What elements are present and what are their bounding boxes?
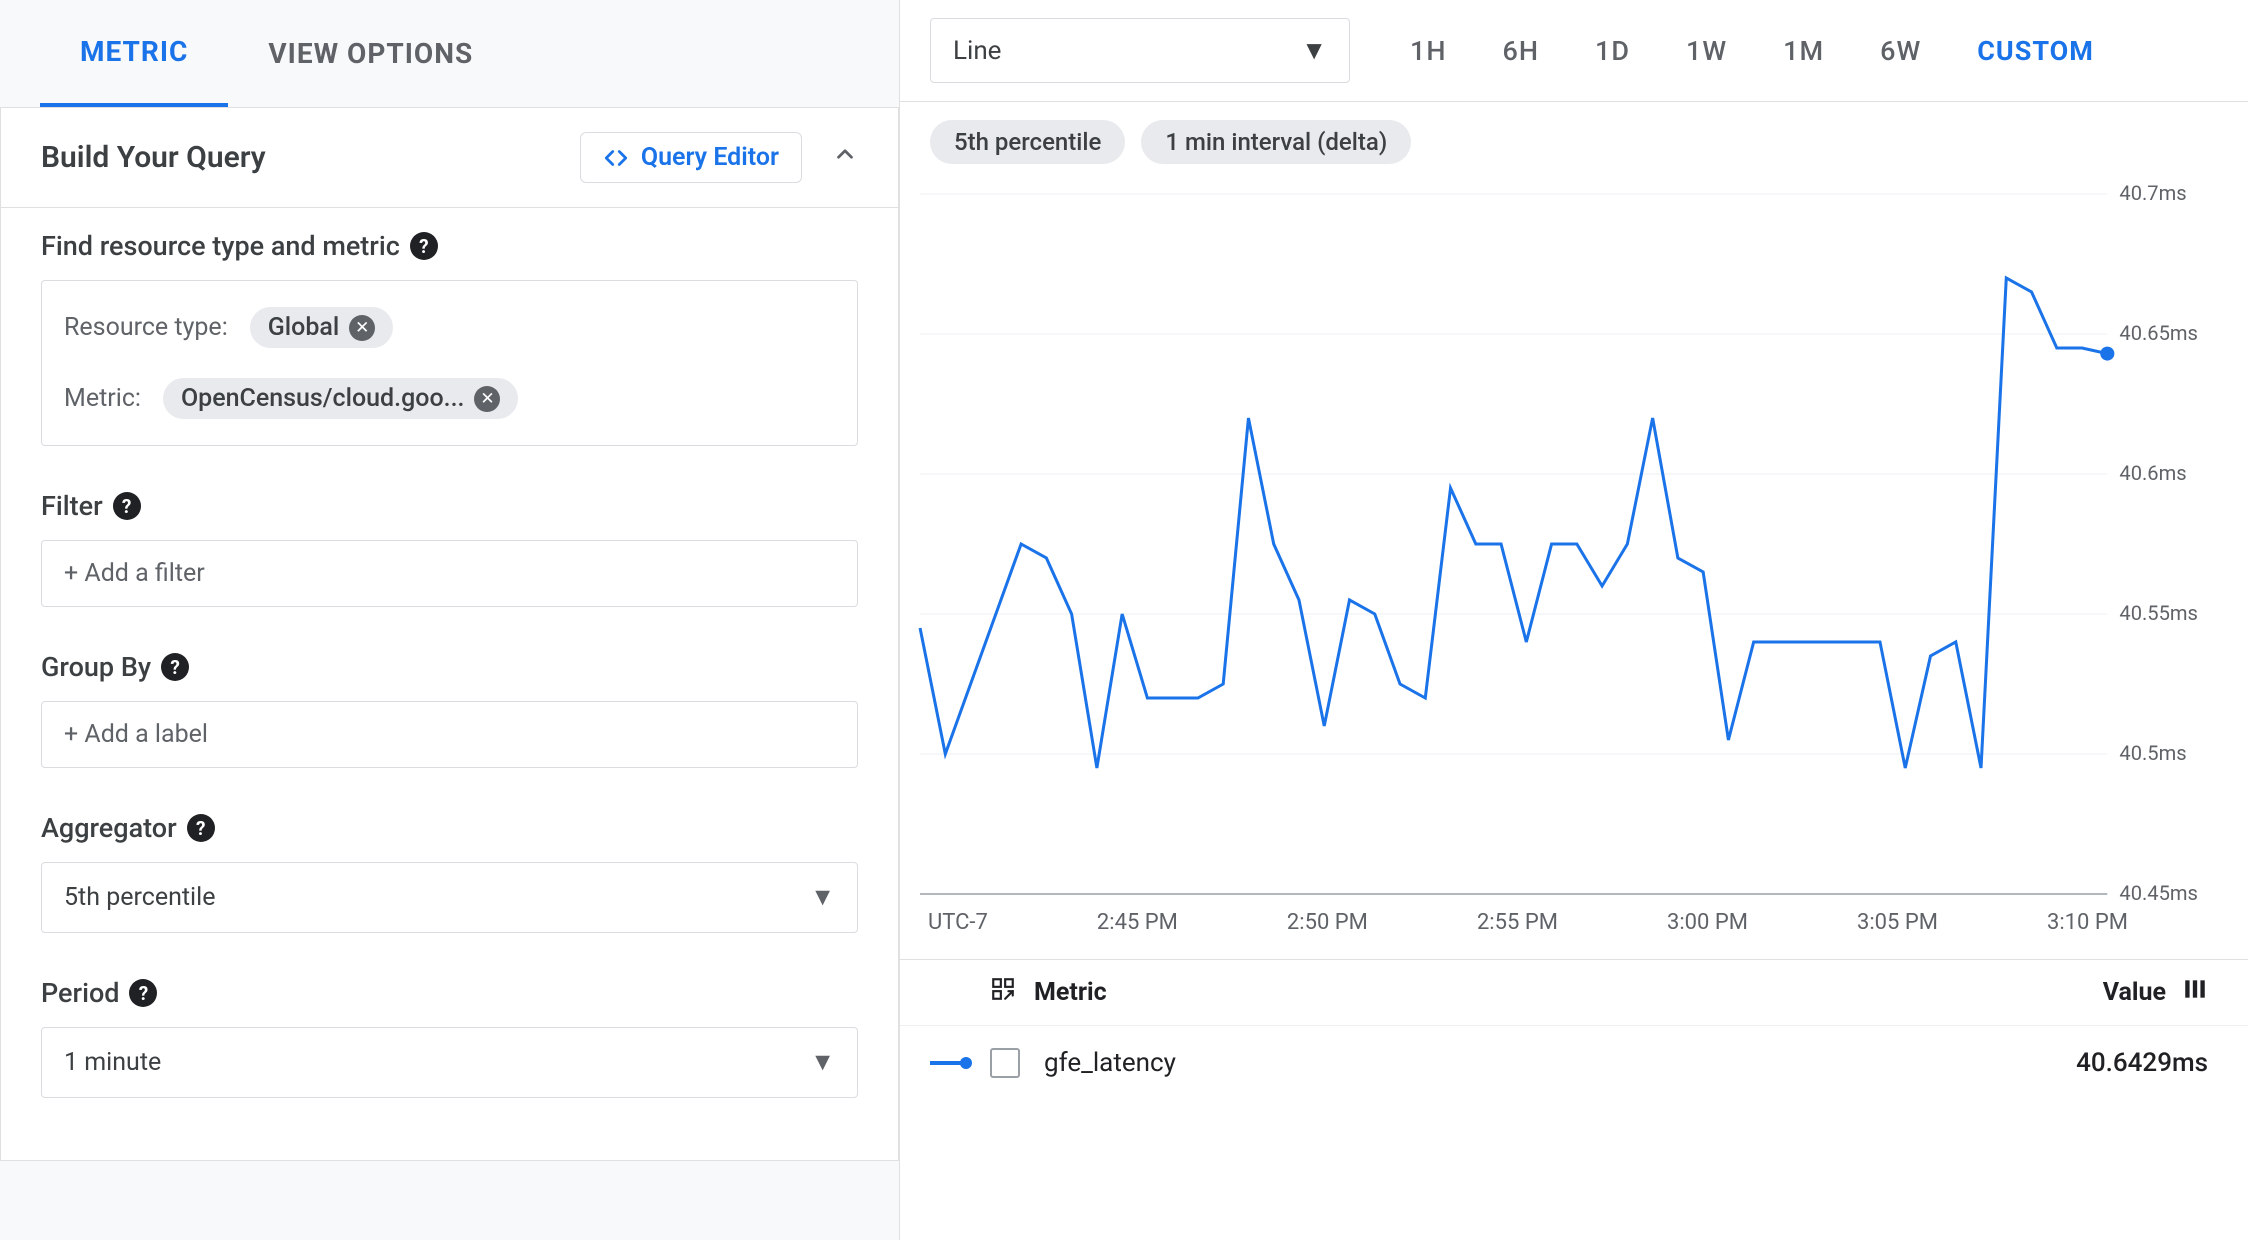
find-metric-label-text: Find resource type and metric [41,230,400,262]
query-editor-label: Query Editor [641,143,779,172]
legend-row[interactable]: gfe_latency 40.6429ms [900,1026,2248,1100]
chart-chips: 5th percentile 1 min interval (delta) [900,102,2248,174]
metric-label: Metric: [64,384,141,413]
filter-placeholder: + Add a filter [64,559,205,588]
query-editor-button[interactable]: Query Editor [580,132,802,183]
legend-value-header: Value [2103,978,2166,1007]
left-tabs: METRIC VIEW OPTIONS [0,0,899,108]
series-checkbox[interactable] [990,1048,1020,1078]
chart-panel: Line ▼ 1H 6H 1D 1W 1M 6W CUSTOM 5th percentile… [900,0,2248,1240]
x-tick: 2:55 PM [1477,910,1558,935]
find-metric-section: Find resource type and metric ? Resource… [1,208,898,468]
caret-down-icon: ▼ [1301,35,1327,66]
legend-metric-header: Metric [1034,978,1107,1007]
build-query-panel: Build Your Query Query Editor Find resou… [0,108,899,1161]
tab-metric[interactable]: METRIC [40,0,228,107]
metric-value: OpenCensus/cloud.goo... [181,384,465,413]
resource-type-row: Resource type: Global ✕ [64,299,835,356]
legend-header: Metric Value [900,960,2248,1026]
help-icon[interactable]: ? [410,232,438,260]
svg-text:40.5ms: 40.5ms [2119,741,2186,765]
svg-text:40.7ms: 40.7ms [2119,184,2186,205]
chart-chip: 5th percentile [930,120,1125,164]
x-tick: UTC-7 [928,910,988,935]
time-range-1m[interactable]: 1M [1783,35,1824,67]
period-label-text: Period [41,977,119,1009]
series-color-marker [930,1056,974,1070]
svg-text:40.55ms: 40.55ms [2119,601,2198,625]
x-axis-ticks: UTC-7 2:45 PM 2:50 PM 2:55 PM 3:00 PM 3:05 PM… [910,904,2218,935]
time-range-1d[interactable]: 1D [1595,35,1630,67]
help-icon[interactable]: ? [129,979,157,1007]
help-icon[interactable]: ? [187,814,215,842]
x-tick: 3:00 PM [1667,910,1748,935]
panel-header: Build Your Query Query Editor [1,108,898,208]
filter-label: Filter ? [41,490,858,522]
tab-view-options[interactable]: VIEW OPTIONS [228,0,513,107]
series-value: 40.6429ms [2076,1048,2208,1078]
svg-text:40.65ms: 40.65ms [2119,321,2198,345]
legend-grid-icon[interactable] [990,976,1016,1009]
help-icon[interactable]: ? [113,492,141,520]
caret-down-icon: ▼ [810,1048,835,1077]
x-tick: 2:50 PM [1287,910,1368,935]
chevron-up-icon [832,141,858,167]
resource-type-value: Global [268,313,339,342]
chart-type-select[interactable]: Line ▼ [930,18,1350,83]
chart-area[interactable]: 40.7ms 40.65ms 40.6ms 40.55ms 40.5ms 40.45ms [910,184,2218,904]
time-range-custom[interactable]: CUSTOM [1977,35,2094,67]
aggregator-label-text: Aggregator [41,812,177,844]
period-value: 1 minute [64,1048,161,1077]
legend: Metric Value gfe_latency 40.6429ms [900,959,2248,1100]
time-range-1w[interactable]: 1W [1686,35,1727,67]
aggregator-label: Aggregator ? [41,812,858,844]
time-range-1h[interactable]: 1H [1410,35,1447,67]
find-metric-label: Find resource type and metric ? [41,230,858,262]
columns-icon[interactable] [2182,976,2208,1009]
remove-resource-type-icon[interactable]: ✕ [349,315,375,341]
period-section: Period ? 1 minute ▼ [1,955,898,1120]
code-icon [603,145,629,171]
svg-text:40.45ms: 40.45ms [2119,881,2198,904]
chart-toolbar: Line ▼ 1H 6H 1D 1W 1M 6W CUSTOM [900,0,2248,102]
groupby-label-text: Group By [41,651,151,683]
period-select[interactable]: 1 minute ▼ [41,1027,858,1098]
aggregator-select[interactable]: 5th percentile ▼ [41,862,858,933]
chart-chip: 1 min interval (delta) [1141,120,1411,164]
x-tick: 2:45 PM [1097,910,1178,935]
resource-type-pill[interactable]: Global ✕ [250,307,393,348]
period-label: Period ? [41,977,858,1009]
panel-title: Build Your Query [41,140,266,175]
chart-type-value: Line [953,36,1001,66]
caret-down-icon: ▼ [810,883,835,912]
resource-type-label: Resource type: [64,313,228,342]
remove-metric-icon[interactable]: ✕ [474,386,500,412]
metric-row: Metric: OpenCensus/cloud.goo... ✕ [64,370,835,427]
chart-container: 40.7ms40.65ms40.6ms40.55ms40.5ms40.45ms … [900,174,2248,935]
filter-section: Filter ? + Add a filter [1,468,898,629]
groupby-input[interactable]: + Add a label [41,701,858,768]
svg-text:40.6ms: 40.6ms [2119,461,2186,485]
groupby-label: Group By ? [41,651,858,683]
aggregator-value: 5th percentile [64,883,215,912]
query-builder-panel: METRIC VIEW OPTIONS Build Your Query Que… [0,0,900,1240]
metric-pill[interactable]: OpenCensus/cloud.goo... ✕ [163,378,519,419]
resource-metric-box[interactable]: Resource type: Global ✕ Metric: OpenCens… [41,280,858,446]
filter-label-text: Filter [41,490,103,522]
filter-input[interactable]: + Add a filter [41,540,858,607]
x-tick: 3:10 PM [2047,910,2128,935]
time-range-selector: 1H 6H 1D 1W 1M 6W CUSTOM [1410,35,2094,67]
time-range-6w[interactable]: 6W [1880,35,1921,67]
series-name: gfe_latency [1044,1048,1176,1078]
groupby-placeholder: + Add a label [64,720,208,749]
help-icon[interactable]: ? [161,653,189,681]
aggregator-section: Aggregator ? 5th percentile ▼ [1,790,898,955]
collapse-icon[interactable] [832,140,858,175]
x-tick: 3:05 PM [1857,910,1938,935]
groupby-section: Group By ? + Add a label [1,629,898,790]
time-range-6h[interactable]: 6H [1503,35,1540,67]
line-chart: 40.7ms 40.65ms 40.6ms 40.55ms 40.5ms 40.45ms [910,184,2218,904]
